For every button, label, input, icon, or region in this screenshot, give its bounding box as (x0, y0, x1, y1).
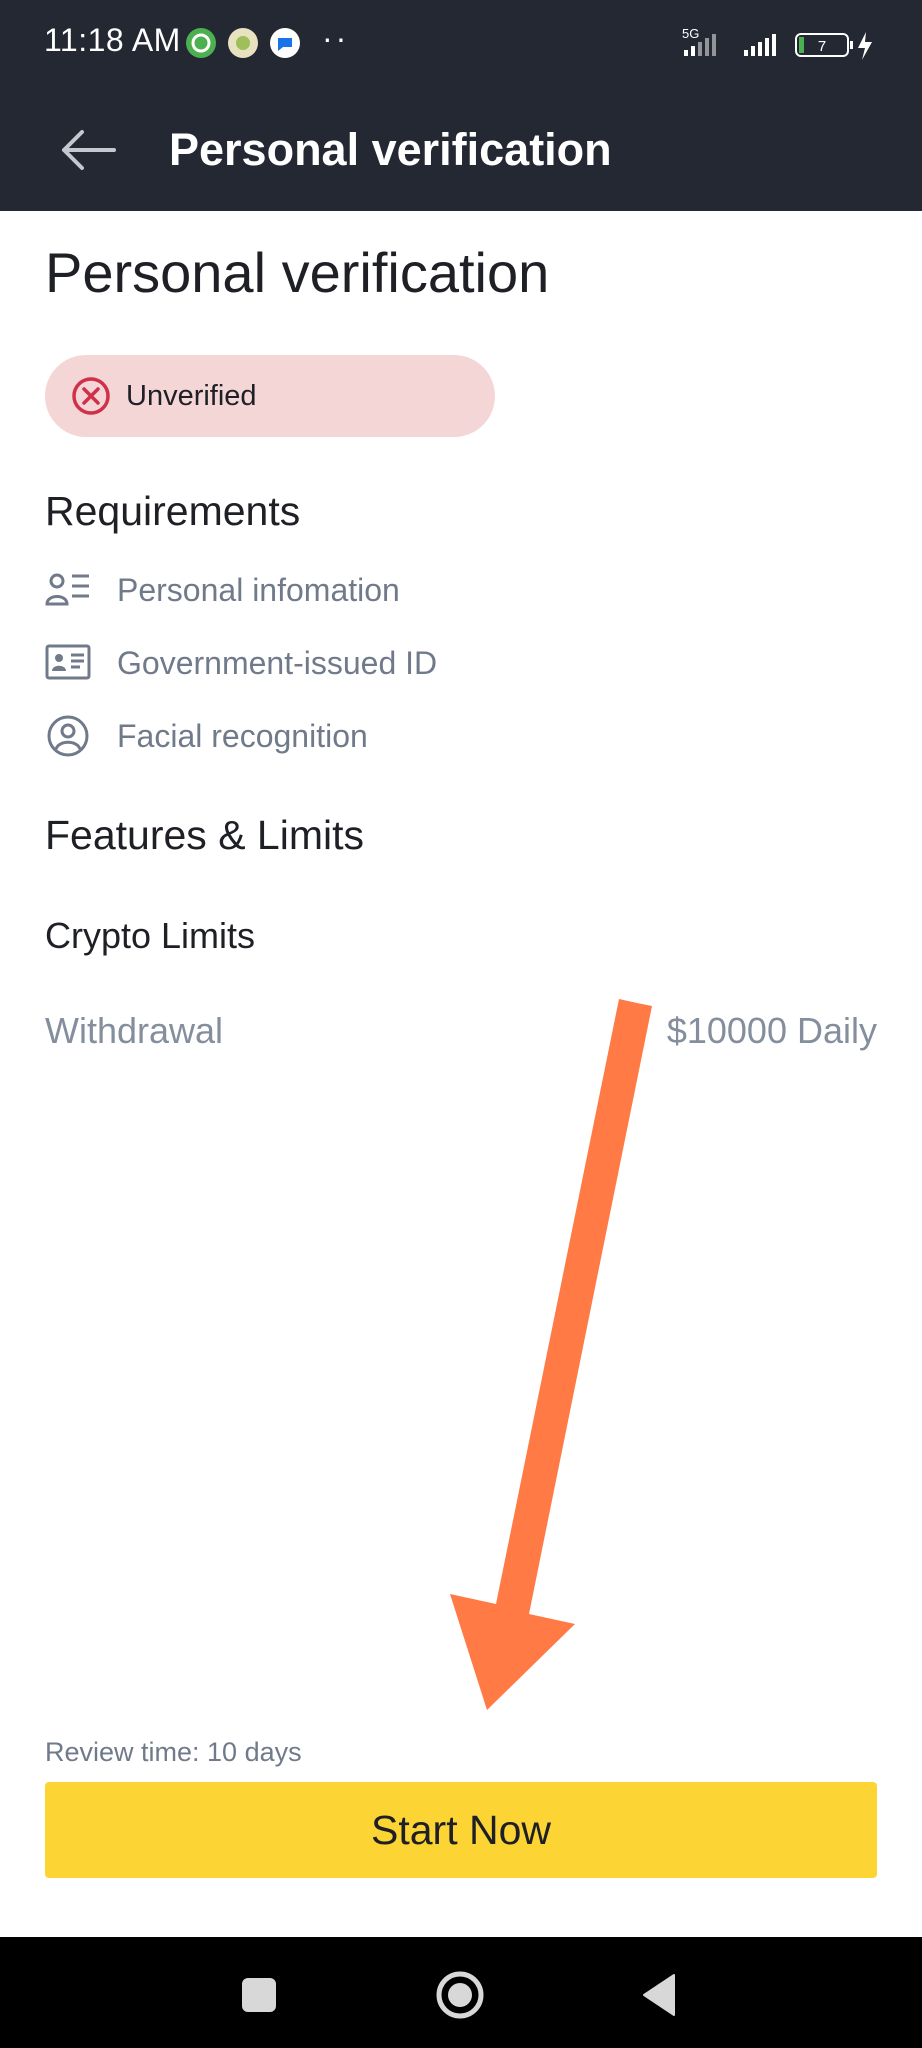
status-time: 11:18 AM (44, 22, 181, 58)
triangle-back-icon (643, 1974, 675, 2016)
charging-icon (858, 32, 872, 60)
status-bar: 11:18 AM ·· 5G 7 (0, 0, 922, 88)
app-bar-title: Personal verification (169, 124, 612, 175)
app-bar: Personal verification (0, 88, 922, 211)
messages-notification-icon (270, 28, 300, 58)
page-title: Personal verification (45, 241, 550, 304)
whatsapp-notification-icon (186, 28, 216, 58)
square-icon (242, 1978, 276, 2012)
withdrawal-limit-value: $10000 Daily (666, 1010, 877, 1051)
review-time-text: Review time: 10 days (45, 1737, 302, 1767)
crypto-limits-heading: Crypto Limits (45, 915, 256, 956)
recent-apps-button[interactable] (229, 1965, 289, 2025)
back-arrow-icon (62, 130, 116, 170)
battery-icon: 7 (795, 33, 853, 57)
requirement-item: Facial recognition (45, 708, 875, 764)
more-notifications-indicator: ·· (322, 20, 350, 56)
withdrawal-label: Withdrawal (45, 1010, 224, 1051)
app-notification-icon (228, 28, 258, 58)
id-card-icon (45, 644, 91, 680)
person-info-icon (45, 573, 89, 606)
error-circle-icon (72, 377, 110, 415)
svg-text:7: 7 (818, 38, 826, 55)
start-now-button[interactable]: Start Now (45, 1782, 877, 1878)
requirement-label: Personal infomation (117, 572, 400, 608)
requirement-item: Personal infomation (45, 562, 875, 618)
home-button[interactable] (430, 1965, 490, 2025)
requirements-heading: Requirements (45, 488, 301, 534)
features-limits-heading: Features & Limits (45, 812, 364, 858)
signal-icon (744, 34, 776, 56)
status-badge: Unverified (45, 355, 495, 437)
requirement-label: Facial recognition (117, 718, 368, 754)
back-nav-button[interactable] (630, 1965, 690, 2025)
network-type-label: 5G (682, 26, 699, 41)
home-circle-icon (436, 1971, 484, 2019)
back-button[interactable] (40, 118, 136, 182)
requirement-item: Government-issued ID (45, 635, 875, 691)
status-icons: 5G 7 (682, 26, 872, 60)
requirement-label: Government-issued ID (117, 645, 438, 681)
status-badge-label: Unverified (126, 380, 257, 412)
system-navigation-bar (0, 1937, 922, 2048)
face-icon (47, 715, 89, 757)
